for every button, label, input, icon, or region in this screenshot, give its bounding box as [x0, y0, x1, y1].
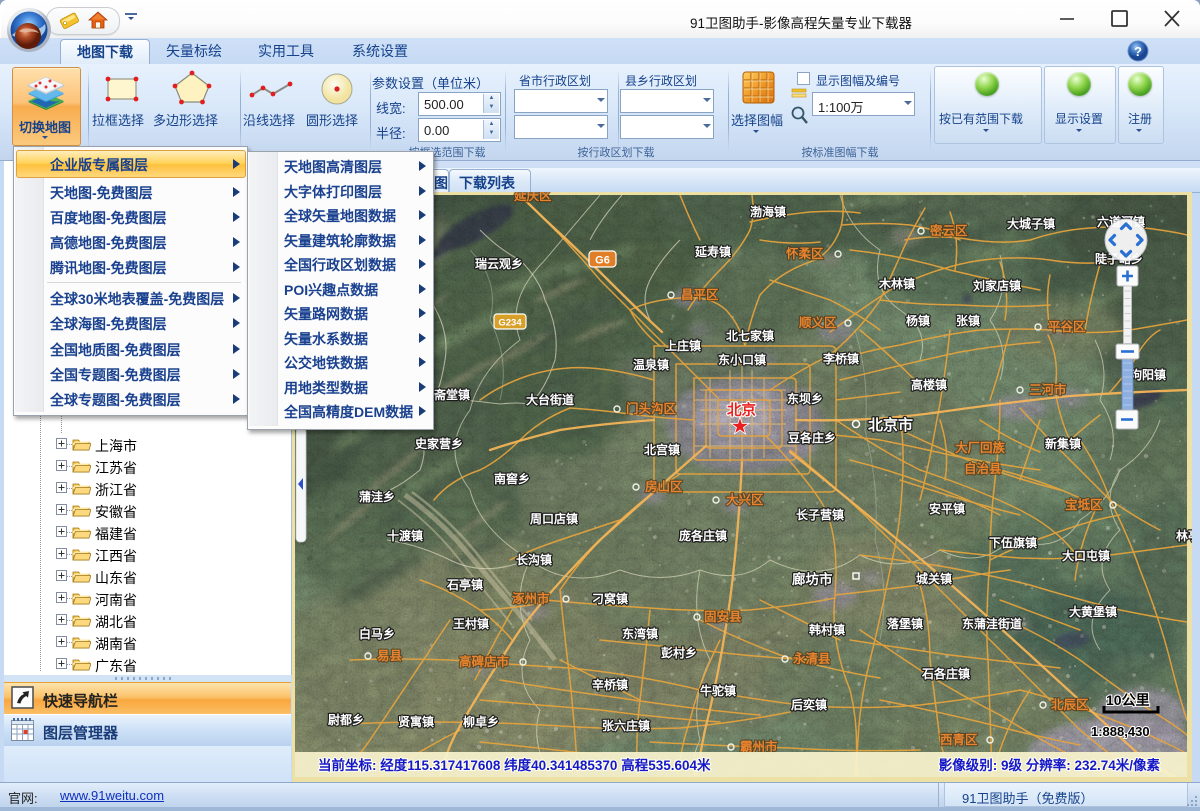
svg-text:东小口镇: 东小口镇: [718, 352, 766, 367]
svg-text:西青区: 西青区: [940, 732, 978, 747]
svg-text:延庆区: 延庆区: [513, 192, 552, 203]
svg-text:新集镇: 新集镇: [1045, 436, 1081, 451]
svg-text:石各庄镇: 石各庄镇: [921, 666, 970, 681]
svg-text:林亭: 林亭: [1176, 528, 1192, 543]
svg-text:安平镇: 安平镇: [929, 501, 965, 516]
svg-text:史家营乡: 史家营乡: [415, 436, 463, 451]
svg-text:1:888,430: 1:888,430: [1091, 724, 1150, 739]
svg-text:瑞云观乡: 瑞云观乡: [475, 256, 523, 271]
svg-text:蒲洼乡: 蒲洼乡: [359, 489, 395, 504]
svg-text:东湾镇: 东湾镇: [622, 626, 658, 641]
svg-text:尉都乡: 尉都乡: [328, 712, 364, 727]
svg-text:易县: 易县: [377, 649, 403, 663]
svg-text:大台街道: 大台街道: [526, 392, 574, 407]
svg-text:下伍旗镇: 下伍旗镇: [989, 535, 1037, 550]
svg-text:?: ?: [1134, 44, 1142, 59]
svg-text:涿州市: 涿州市: [512, 591, 550, 606]
svg-text:G6: G6: [595, 255, 610, 267]
svg-text:张六庄镇: 张六庄镇: [602, 718, 650, 733]
svg-text:牛驼镇: 牛驼镇: [700, 683, 736, 698]
svg-text:廊坊市: 廊坊市: [792, 571, 833, 587]
svg-text:北辰区: 北辰区: [1051, 697, 1089, 712]
svg-text:杨镇: 杨镇: [906, 313, 930, 328]
svg-text:周口店镇: 周口店镇: [530, 511, 578, 526]
svg-text:石亭镇: 石亭镇: [446, 577, 483, 592]
svg-text:宝坻区: 宝坻区: [1065, 497, 1103, 512]
svg-text:泃阳镇: 泃阳镇: [1130, 367, 1166, 382]
svg-text:平谷区: 平谷区: [1048, 319, 1086, 334]
svg-text:高碑店市: 高碑店市: [459, 654, 510, 669]
svg-text:房山区: 房山区: [645, 479, 683, 494]
svg-text:豆各庄乡: 豆各庄乡: [788, 430, 836, 445]
svg-text:大黄堡镇: 大黄堡镇: [1069, 604, 1117, 619]
svg-text:上庄镇: 上庄镇: [665, 338, 701, 353]
svg-text:昌平区: 昌平区: [681, 287, 719, 302]
svg-text:城关镇: 城关镇: [916, 571, 952, 586]
svg-text:后奕镇: 后奕镇: [791, 697, 827, 712]
svg-text:李桥镇: 李桥镇: [822, 351, 859, 366]
svg-text:温泉镇: 温泉镇: [633, 357, 669, 372]
svg-text:霸州市: 霸州市: [740, 739, 778, 754]
svg-text:木林镇: 木林镇: [878, 276, 915, 291]
svg-text:东蒲洼街道: 东蒲洼街道: [962, 616, 1022, 631]
svg-text:三河市: 三河市: [1029, 382, 1067, 397]
svg-text:顺义区: 顺义区: [799, 315, 837, 330]
svg-text:长沟镇: 长沟镇: [516, 552, 552, 567]
svg-text:大厂回族: 大厂回族: [955, 440, 1006, 455]
svg-text:G234: G234: [498, 318, 522, 329]
svg-text:北七家镇: 北七家镇: [726, 328, 774, 343]
svg-text:王村镇: 王村镇: [453, 616, 489, 631]
svg-text:北京: 北京: [727, 401, 756, 419]
svg-text:怀柔区: 怀柔区: [786, 246, 824, 261]
svg-text:大城子镇: 大城子镇: [1007, 216, 1055, 231]
svg-text:永清县: 永清县: [792, 651, 831, 666]
svg-text:影像级别: 9级 分辨率: 232.74米/像素: 影像级别: 9级 分辨率: 232.74米/像素: [939, 757, 1161, 773]
svg-text:大兴区: 大兴区: [726, 492, 764, 507]
svg-text:密云区: 密云区: [929, 223, 968, 238]
svg-text:自治县: 自治县: [964, 461, 1002, 476]
svg-text:庞各庄镇: 庞各庄镇: [679, 528, 727, 543]
svg-text:东坝乡: 东坝乡: [787, 391, 823, 406]
svg-text:贤寓镇: 贤寓镇: [398, 714, 434, 729]
svg-text:彭村乡: 彭村乡: [661, 645, 697, 660]
svg-text:当前坐标: 经度115.317417608 纬度40.341: 当前坐标: 经度115.317417608 纬度40.341485370 高程5…: [318, 757, 711, 773]
svg-text:白马乡: 白马乡: [359, 626, 395, 641]
svg-text:大口屯镇: 大口屯镇: [1062, 548, 1110, 563]
svg-text:刁窝镇: 刁窝镇: [592, 591, 628, 606]
svg-text:刘家店镇: 刘家店镇: [973, 278, 1021, 293]
svg-text:辛桥镇: 辛桥镇: [592, 677, 628, 692]
svg-text:延寿镇: 延寿镇: [694, 244, 731, 259]
svg-text:北宫镇: 北宫镇: [644, 442, 680, 457]
svg-text:南窖乡: 南窖乡: [494, 471, 530, 486]
svg-text:十渡镇: 十渡镇: [387, 528, 423, 543]
svg-text:高楼镇: 高楼镇: [911, 377, 947, 392]
svg-text:落堡镇: 落堡镇: [887, 616, 923, 631]
svg-text:渤海镇: 渤海镇: [750, 204, 786, 219]
svg-text:斋堂镇: 斋堂镇: [433, 387, 470, 402]
svg-text:10公里: 10公里: [1106, 692, 1150, 708]
svg-text:张镇: 张镇: [956, 313, 980, 328]
svg-text:固安县: 固安县: [704, 609, 742, 624]
svg-text:门头沟区: 门头沟区: [626, 401, 677, 416]
svg-text:北京市: 北京市: [868, 416, 913, 434]
svg-text:韩村镇: 韩村镇: [809, 622, 845, 637]
svg-text:长子营镇: 长子营镇: [796, 507, 844, 522]
svg-text:柳卓乡: 柳卓乡: [463, 714, 499, 729]
